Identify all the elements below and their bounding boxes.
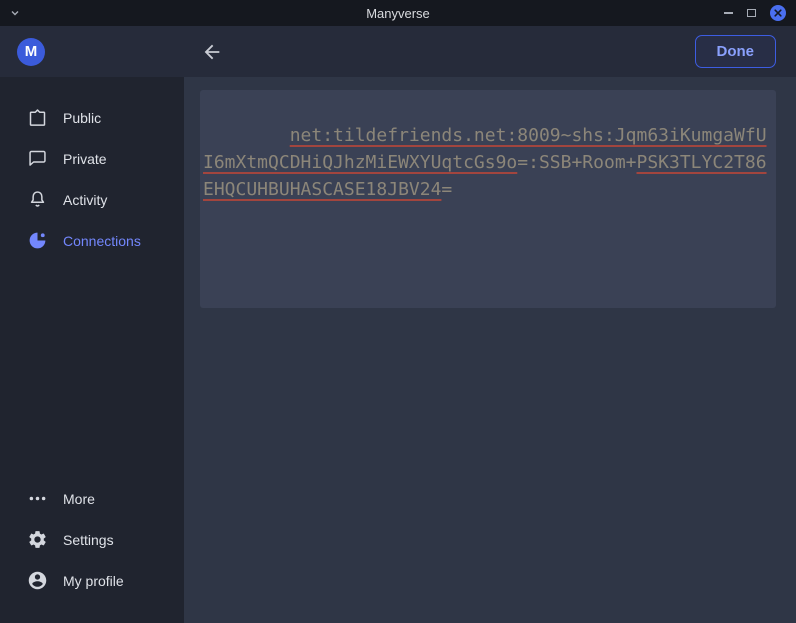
sidebar-item-private[interactable]: Private	[0, 138, 184, 179]
sidebar-item-label: More	[63, 491, 95, 507]
main-content: net:tildefriends.net:8009~shs:Jqm63iKumg…	[184, 77, 796, 623]
sidebar-item-label: Public	[63, 110, 101, 126]
sidebar-item-label: Settings	[63, 532, 114, 548]
window-title: Manyverse	[366, 6, 430, 21]
close-icon	[774, 9, 782, 17]
ellipsis-icon	[27, 488, 48, 509]
logo-area: M	[0, 38, 184, 66]
manyverse-logo: M	[17, 38, 45, 66]
sidebar-item-connections[interactable]: Connections	[0, 220, 184, 261]
manyverse-window: Manyverse M Done Public	[0, 0, 796, 623]
invite-code-input[interactable]: net:tildefriends.net:8009~shs:Jqm63iKumg…	[200, 90, 776, 308]
done-button[interactable]: Done	[695, 35, 777, 68]
message-bubble-icon	[27, 148, 48, 169]
sidebar-item-activity[interactable]: Activity	[0, 179, 184, 220]
sidebar-item-public[interactable]: Public	[0, 97, 184, 138]
minimize-icon	[724, 12, 733, 14]
titlebar: Manyverse	[0, 0, 796, 26]
logo-letter: M	[25, 43, 38, 60]
invite-text-segment: =:SSB+Room+	[517, 152, 636, 173]
minimize-button[interactable]	[724, 12, 733, 14]
sidebar-item-label: My profile	[63, 573, 124, 589]
bell-icon	[27, 189, 48, 210]
app-body: Public Private Activity Connections	[0, 77, 796, 623]
account-circle-icon	[27, 570, 48, 591]
sidebar-item-label: Activity	[63, 192, 107, 208]
sidebar-item-settings[interactable]: Settings	[0, 519, 184, 560]
bulletin-board-icon	[27, 107, 48, 128]
connections-pie-icon	[27, 230, 48, 251]
sidebar-item-label: Private	[63, 151, 107, 167]
app-header: M Done	[0, 26, 796, 77]
invite-text-segment: =	[441, 179, 452, 200]
close-button[interactable]	[770, 5, 786, 21]
window-menu-chevron-icon[interactable]	[10, 8, 20, 18]
sidebar-item-more[interactable]: More	[0, 478, 184, 519]
arrow-left-icon	[201, 41, 223, 63]
restore-icon	[747, 9, 756, 17]
gear-icon	[27, 529, 48, 550]
sidebar-item-label: Connections	[63, 233, 141, 249]
restore-button[interactable]	[747, 9, 756, 17]
back-button[interactable]	[201, 41, 223, 63]
sidebar-spacer	[0, 261, 184, 478]
sidebar: Public Private Activity Connections	[0, 77, 184, 623]
sidebar-item-my-profile[interactable]: My profile	[0, 560, 184, 601]
window-controls	[724, 5, 786, 21]
